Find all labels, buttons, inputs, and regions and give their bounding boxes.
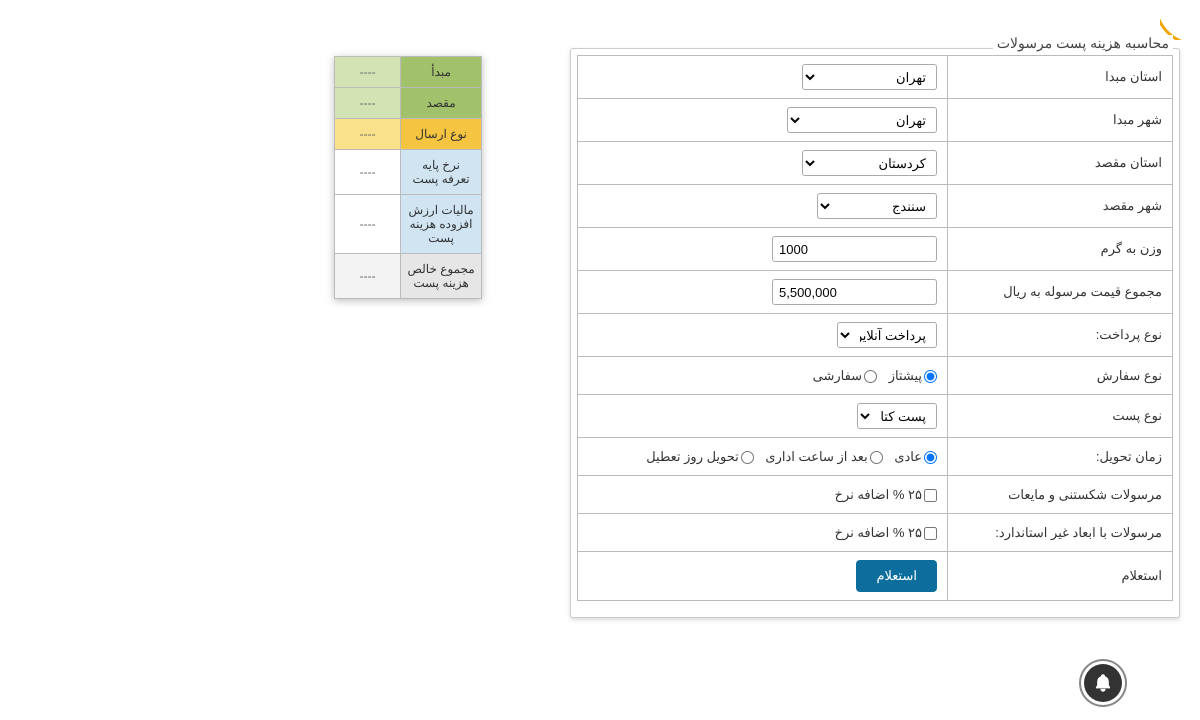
nonstandard-check-label[interactable]: ۲۵ % اضافه نرخ [835,525,937,540]
origin-city-select[interactable]: تهران [787,107,937,133]
form-legend: محاسبه هزینه پست مرسولات [993,35,1173,52]
delivery-time-radio-holiday[interactable] [741,451,754,464]
bell-icon [1093,673,1113,693]
dest-province-select[interactable]: کردستان [802,150,937,176]
origin-province-select[interactable]: تهران [802,64,937,90]
payment-type-select[interactable]: پرداخت آنلاین [837,322,937,348]
result-baserate-label: نرخ پایه تعرفه پست [401,150,482,195]
order-type-radio-sefareshi[interactable] [864,370,877,383]
delivery-time-radio-normal[interactable] [924,451,937,464]
dest-city-select[interactable]: سنندج [817,193,937,219]
result-table: مبدأ---- مقصد---- نوع ارسال---- نرخ پایه… [334,56,482,299]
inquiry-button[interactable]: استعلام [856,560,937,592]
result-total-label: مجموع خالص هزینه پست [401,254,482,299]
payment-type-label: نوع پرداخت: [948,314,1173,357]
result-baserate-value: ---- [335,150,401,195]
weight-label: وزن به گرم [948,228,1173,271]
delivery-time-opt3-label[interactable]: تحویل روز تعطیل [646,449,754,464]
result-shiptype-label: نوع ارسال [401,119,482,150]
result-panel: مبدأ---- مقصد---- نوع ارسال---- نرخ پایه… [334,56,482,299]
notification-button[interactable] [1084,664,1122,702]
result-shiptype-value: ---- [335,119,401,150]
delivery-time-label: زمان تحویل: [948,438,1173,476]
origin-province-label: استان مبدا [948,56,1173,99]
order-type-radio-pishtaz[interactable] [924,370,937,383]
post-type-label: نوع پست [948,395,1173,438]
order-type-opt1-label[interactable]: پیشتاز [889,368,937,383]
delivery-time-radio-afterhours[interactable] [870,451,883,464]
fragile-check-label[interactable]: ۲۵ % اضافه نرخ [835,487,937,502]
calculator-form-panel: محاسبه هزینه پست مرسولات استان مبدا تهرا… [570,48,1180,618]
weight-input[interactable] [772,236,937,262]
delivery-time-opt1-label[interactable]: عادی [894,449,937,464]
post-type-select[interactable]: پست کتاب [857,403,937,429]
nonstandard-checkbox[interactable] [924,527,937,540]
order-type-opt2-label[interactable]: سفارشی [813,368,877,383]
result-origin-value: ---- [335,57,401,88]
result-tax-value: ---- [335,195,401,254]
inquiry-label: استعلام [948,552,1173,601]
result-dest-value: ---- [335,88,401,119]
total-price-input[interactable] [772,279,937,305]
origin-city-label: شهر مبدا [948,99,1173,142]
result-origin-label: مبدأ [401,57,482,88]
result-tax-label: مالیات ارزش افزوده هزینه پست [401,195,482,254]
nonstandard-label: مرسولات با ابعاد غیر استاندارد: [948,514,1173,552]
order-type-label: نوع سفارش [948,357,1173,395]
result-total-value: ---- [335,254,401,299]
total-price-label: مجموع قیمت مرسوله به ریال [948,271,1173,314]
form-table: استان مبدا تهران شهر مبدا تهران استان مق… [577,55,1173,601]
fragile-label: مرسولات شکستنی و مایعات [948,476,1173,514]
dest-province-label: استان مقصد [948,142,1173,185]
corner-decoration [1160,0,1200,40]
fragile-checkbox[interactable] [924,489,937,502]
result-dest-label: مقصد [401,88,482,119]
dest-city-label: شهر مقصد [948,185,1173,228]
delivery-time-opt2-label[interactable]: بعد از ساعت اداری [765,449,882,464]
